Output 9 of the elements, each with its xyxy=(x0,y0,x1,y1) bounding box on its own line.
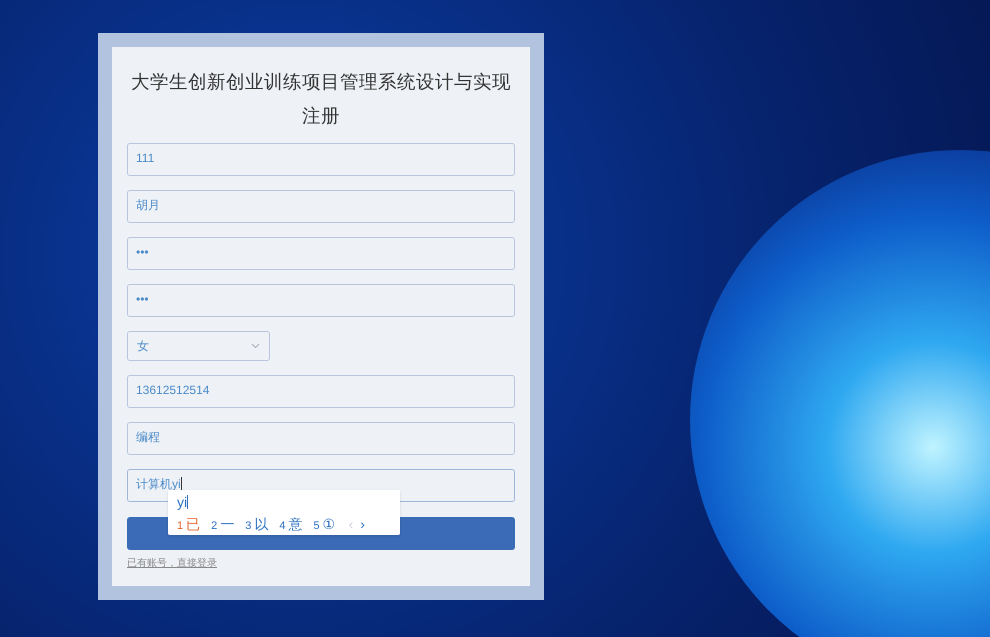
select-value: 女 xyxy=(137,338,149,355)
field-value: 计算机yi xyxy=(136,476,181,492)
field-value: ••• xyxy=(136,244,149,260)
field-value: 编程 xyxy=(136,428,160,446)
form-title: 大学生创新创业训练项目管理系统设计与实现注册 xyxy=(131,70,511,128)
field-value: 13612512514 xyxy=(136,382,210,398)
field-value: 111 xyxy=(136,150,154,166)
field-value: 胡月 xyxy=(136,196,160,214)
field-value: ••• xyxy=(136,290,149,308)
